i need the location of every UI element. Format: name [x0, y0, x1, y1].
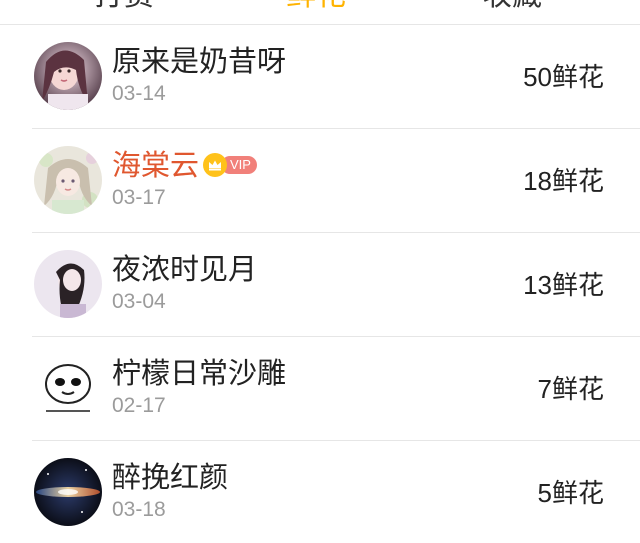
flower-ranking-page: 打赏 鲜花 收藏: [0, 0, 640, 543]
flower-count-unit: 鲜花: [551, 375, 604, 405]
flower-count-unit: 鲜花: [551, 167, 604, 197]
list-item[interactable]: 夜浓时见月 03-04 13鲜花: [32, 233, 640, 337]
tab-flowers[interactable]: 鲜花: [286, 0, 346, 14]
user-name[interactable]: 原来是奶昔呀: [112, 43, 286, 79]
flower-count-number: 18: [523, 166, 552, 196]
flower-count-number: 5: [537, 478, 552, 508]
gift-date: 03-17: [112, 186, 166, 209]
list-item[interactable]: 原来是奶昔呀 03-14 50鲜花: [32, 25, 640, 129]
list-item[interactable]: 醉挽红颜 03-18 5鲜花: [32, 441, 640, 543]
flower-count: 7鲜花: [538, 371, 604, 408]
flower-list: 原来是奶昔呀 03-14 50鲜花 海棠云 VIP 03-17 18鲜花 夜浓时…: [0, 25, 640, 543]
flower-count: 50鲜花: [523, 59, 604, 96]
tab-bar: 打赏 鲜花 收藏: [0, 0, 640, 25]
gift-date: 03-14: [112, 82, 166, 105]
girl-portrait-avatar: [34, 42, 102, 110]
anime-girl-avatar: [34, 146, 102, 214]
flower-count-number: 7: [537, 374, 552, 404]
list-item[interactable]: 柠檬日常沙雕 02-17 7鲜花: [32, 337, 640, 441]
meme-face-avatar: [34, 354, 102, 422]
gift-date: 02-17: [112, 394, 166, 417]
vip-badge: VIP: [203, 153, 257, 177]
avatar[interactable]: [34, 146, 102, 214]
flower-count: 18鲜花: [523, 163, 604, 200]
tab-favorites[interactable]: 收藏: [482, 0, 542, 14]
flower-count: 5鲜花: [538, 475, 604, 512]
tab-tips[interactable]: 打赏: [94, 0, 154, 14]
user-name[interactable]: 醉挽红颜: [112, 459, 228, 495]
avatar[interactable]: [34, 354, 102, 422]
flower-count-number: 50: [523, 62, 552, 92]
flower-count-unit: 鲜花: [551, 479, 604, 509]
flower-count-unit: 鲜花: [551, 271, 604, 301]
flower-count-number: 13: [523, 270, 552, 300]
gift-date: 03-18: [112, 498, 166, 521]
crown-icon: [203, 153, 228, 177]
user-name[interactable]: 柠檬日常沙雕: [112, 355, 286, 391]
gift-date: 03-04: [112, 290, 166, 313]
dark-hair-girl-avatar: [34, 250, 102, 318]
avatar[interactable]: [34, 42, 102, 110]
flower-count-unit: 鲜花: [551, 63, 604, 93]
galaxy-avatar: [34, 458, 102, 526]
avatar[interactable]: [34, 458, 102, 526]
avatar[interactable]: [34, 250, 102, 318]
user-name[interactable]: 海棠云: [112, 147, 199, 183]
user-name[interactable]: 夜浓时见月: [112, 251, 257, 287]
list-item[interactable]: 海棠云 VIP 03-17 18鲜花: [32, 129, 640, 233]
flower-count: 13鲜花: [523, 267, 604, 304]
